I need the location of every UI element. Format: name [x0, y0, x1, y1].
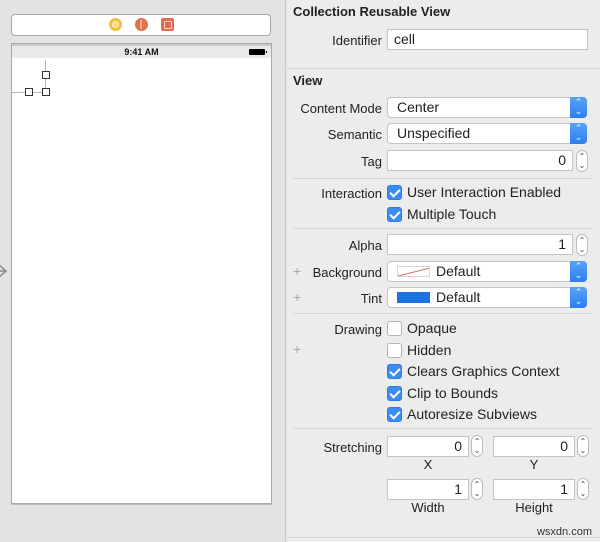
- semantic-popup[interactable]: Unspecified ⌃ ⌄: [387, 123, 587, 144]
- alpha-stepper[interactable]: ⌃ ⌄: [576, 234, 588, 256]
- stretching-width-stepper[interactable]: ⌃ ⌄: [471, 478, 483, 500]
- alpha-field[interactable]: 1: [387, 234, 573, 255]
- semantic-label: Semantic: [327, 127, 382, 142]
- scene-dock: [11, 14, 271, 36]
- stretching-y-label: Y: [529, 457, 539, 472]
- tag-stepper[interactable]: ⌃ ⌄: [576, 150, 588, 172]
- stretching-height-label: Height: [515, 500, 553, 515]
- stretching-y-stepper[interactable]: ⌃ ⌄: [577, 435, 589, 457]
- divider: [293, 228, 592, 229]
- stretching-x-stepper[interactable]: ⌃ ⌄: [471, 435, 483, 457]
- attributes-inspector: Collection Reusable View Identifier cell…: [287, 0, 600, 542]
- content-mode-label: Content Mode: [300, 101, 382, 116]
- popup-arrows-icon: ⌃ ⌄: [570, 123, 587, 144]
- user-interaction-checkbox[interactable]: [387, 185, 402, 200]
- tag-label: Tag: [361, 154, 382, 169]
- battery-icon: [249, 49, 267, 55]
- storyboard-canvas[interactable]: 9:41 AM: [0, 0, 286, 542]
- section-title-reusable-view: Collection Reusable View: [293, 4, 451, 19]
- clears-graphics-context-label: Clears Graphics Context: [407, 363, 560, 379]
- watermark: wsxdn.com: [536, 526, 592, 538]
- hidden-label: Hidden: [407, 342, 452, 358]
- multiple-touch-label: Multiple Touch: [407, 206, 497, 222]
- tint-swatch: [397, 292, 430, 303]
- popup-arrows-icon: ⌃ ⌄: [570, 97, 587, 118]
- device-frame[interactable]: 9:41 AM: [11, 43, 272, 504]
- status-time: 9:41 AM: [124, 47, 159, 57]
- content-mode-value: Center: [397, 99, 440, 115]
- semantic-value: Unspecified: [397, 125, 471, 141]
- stretching-width-label: Width: [411, 500, 445, 515]
- drawing-label: Drawing: [334, 322, 382, 337]
- clip-to-bounds-checkbox[interactable]: [387, 386, 402, 401]
- clip-to-bounds-label: Clip to Bounds: [407, 385, 499, 401]
- interaction-label: Interaction: [321, 186, 382, 201]
- add-variation-icon[interactable]: +: [293, 341, 301, 357]
- divider: [293, 428, 592, 429]
- autoresize-subviews-label: Autoresize Subviews: [407, 406, 537, 422]
- stretching-x-field[interactable]: 0: [387, 436, 469, 457]
- opaque-label: Opaque: [407, 320, 457, 336]
- view-controller-icon[interactable]: [108, 18, 122, 31]
- user-interaction-label: User Interaction Enabled: [407, 184, 562, 200]
- first-responder-icon[interactable]: [134, 18, 148, 31]
- divider: [287, 68, 600, 69]
- background-popup[interactable]: Default ⌃ ⌄: [387, 261, 587, 282]
- hidden-checkbox[interactable]: [387, 343, 402, 358]
- popup-arrows-icon: ⌃ ⌄: [570, 261, 587, 282]
- stretching-label: Stretching: [323, 440, 382, 455]
- stretching-height-stepper[interactable]: ⌃ ⌄: [577, 478, 589, 500]
- section-title-view: View: [293, 73, 323, 88]
- popup-arrows-icon: ⌃ ⌄: [570, 287, 587, 308]
- stretching-y-field[interactable]: 0: [493, 436, 575, 457]
- stretching-width-field[interactable]: 1: [387, 479, 469, 500]
- stretching-height-field[interactable]: 1: [493, 479, 575, 500]
- identifier-field[interactable]: cell: [387, 29, 588, 50]
- resize-handle[interactable]: [42, 71, 50, 79]
- entry-point-arrow-icon: [0, 264, 8, 278]
- divider: [293, 178, 592, 179]
- content-mode-popup[interactable]: Center ⌃ ⌄: [387, 97, 587, 118]
- tint-label: Tint: [360, 291, 382, 306]
- status-bar: 9:41 AM: [12, 44, 271, 58]
- add-variation-icon[interactable]: +: [293, 289, 301, 305]
- background-swatch: [397, 266, 430, 277]
- resize-handle[interactable]: [42, 88, 50, 96]
- add-variation-icon[interactable]: +: [293, 263, 301, 279]
- tag-field[interactable]: 0: [387, 150, 573, 171]
- tint-popup[interactable]: Default ⌃ ⌄: [387, 287, 587, 308]
- alpha-label: Alpha: [348, 238, 382, 253]
- stretching-x-label: X: [423, 457, 433, 472]
- autoresize-subviews-checkbox[interactable]: [387, 407, 402, 422]
- multiple-touch-checkbox[interactable]: [387, 207, 402, 222]
- divider: [293, 313, 592, 314]
- background-label: Background: [312, 265, 382, 280]
- resize-handle[interactable]: [25, 88, 33, 96]
- identifier-label: Identifier: [332, 33, 382, 48]
- clears-graphics-context-checkbox[interactable]: [387, 364, 402, 379]
- exit-icon[interactable]: [160, 18, 174, 31]
- opaque-checkbox[interactable]: [387, 321, 402, 336]
